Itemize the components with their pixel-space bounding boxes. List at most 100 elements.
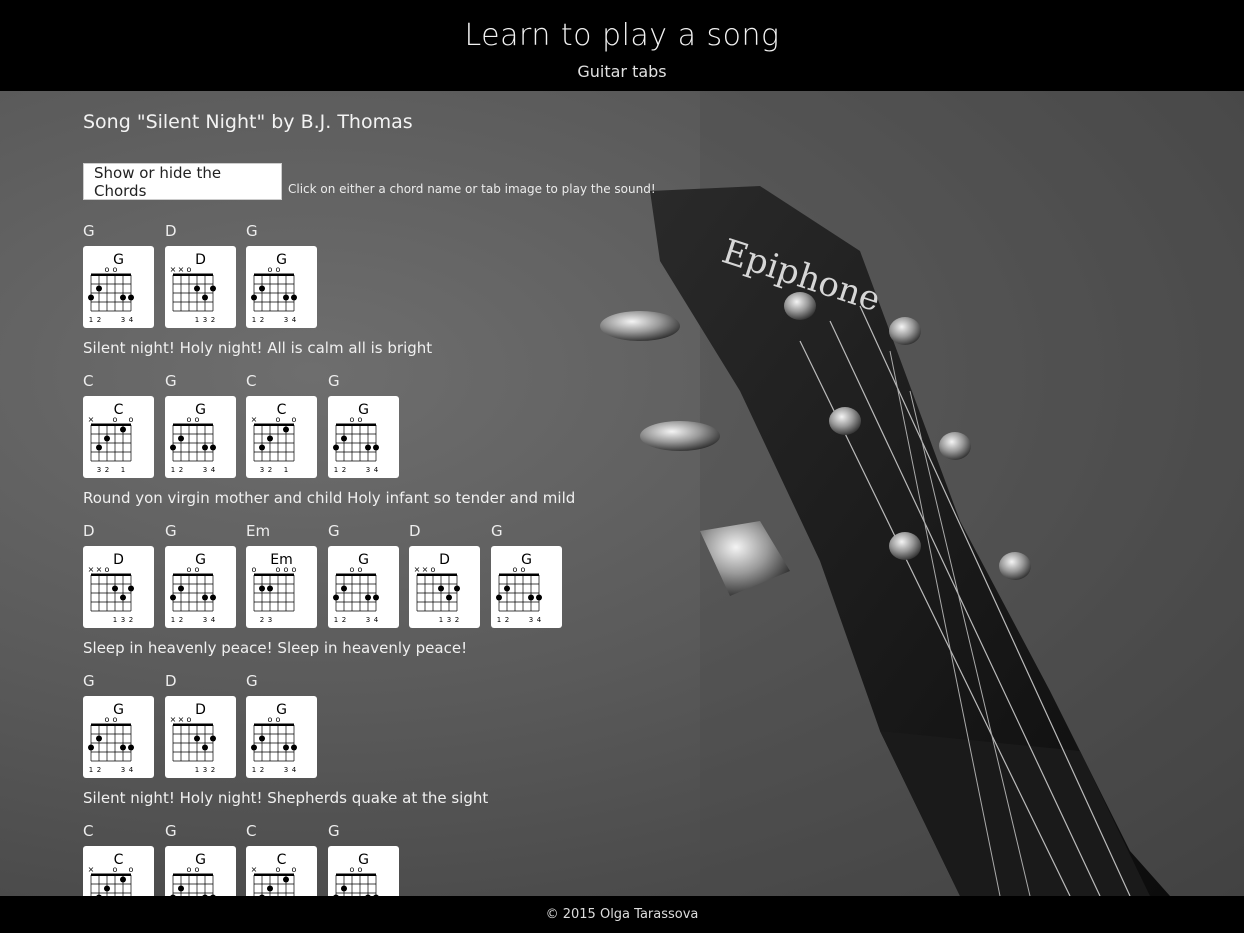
chord-diagram[interactable]: Goo1234 (328, 846, 399, 896)
chord-name[interactable]: G (165, 372, 177, 390)
svg-text:2: 2 (105, 466, 109, 474)
svg-text:o: o (105, 715, 110, 724)
svg-text:o: o (276, 865, 281, 874)
svg-text:o: o (292, 415, 297, 424)
svg-text:2: 2 (129, 616, 133, 624)
chord-name[interactable]: G (491, 522, 503, 540)
chord-diagram[interactable]: D × × o 1 3 2 (165, 696, 236, 778)
svg-text:o: o (113, 865, 118, 874)
main-content: Epiphone Song "Silent Night" by B.J. Tho… (0, 91, 1244, 896)
chord-name[interactable]: D (83, 522, 95, 540)
site-subtitle: Guitar tabs (577, 62, 667, 81)
chord-diagram[interactable]: Goo1234 (328, 546, 399, 628)
svg-text:o: o (521, 565, 526, 574)
chord-diagram[interactable]: Goo1234 (83, 246, 154, 328)
svg-text:1: 1 (334, 616, 338, 624)
svg-text:o: o (284, 565, 289, 574)
chord-diagram[interactable]: D × × o 1 3 2 (165, 246, 236, 328)
svg-text:3: 3 (529, 616, 533, 624)
chord-name[interactable]: D (165, 222, 177, 240)
lyric-line: Sleep in heavenly peace! Sleep in heaven… (83, 639, 468, 657)
chord-name[interactable]: G (83, 222, 95, 240)
svg-text:×: × (422, 565, 429, 574)
chord-name[interactable]: C (83, 822, 93, 840)
svg-text:4: 4 (537, 616, 542, 624)
svg-text:o: o (187, 865, 192, 874)
svg-text:o: o (276, 565, 281, 574)
chord-name[interactable]: D (409, 522, 421, 540)
svg-text:4: 4 (211, 616, 216, 624)
svg-text:3: 3 (268, 616, 272, 624)
toggle-chords-button[interactable]: Show or hide the Chords (83, 163, 282, 200)
chord-name[interactable]: Em (246, 522, 270, 540)
chord-diagram[interactable]: Goo1234 (83, 696, 154, 778)
chord-diagram[interactable]: D × × o 1 3 2 (409, 546, 480, 628)
site-footer: © 2015 Olga Tarassova (0, 896, 1244, 933)
svg-text:×: × (178, 265, 185, 274)
svg-text:o: o (113, 265, 118, 274)
chord-name[interactable]: G (328, 372, 340, 390)
svg-text:3: 3 (366, 616, 370, 624)
svg-text:o: o (129, 415, 134, 424)
svg-text:3: 3 (447, 616, 451, 624)
chord-name[interactable]: G (165, 822, 177, 840)
chord-diagram-title: D (439, 552, 450, 568)
svg-text:3: 3 (366, 466, 370, 474)
lyric-line: Round yon virgin mother and child Holy i… (83, 489, 576, 507)
svg-text:3: 3 (97, 466, 101, 474)
svg-text:1: 1 (439, 616, 443, 624)
svg-text:o: o (252, 565, 257, 574)
svg-text:3: 3 (121, 766, 125, 774)
chord-diagram[interactable]: Goo1234 (246, 696, 317, 778)
chord-name[interactable]: G (328, 522, 340, 540)
copyright: © 2015 Olga Tarassova (545, 907, 699, 922)
chord-name[interactable]: G (328, 822, 340, 840)
svg-text:o: o (513, 565, 518, 574)
chord-diagram[interactable]: Goo1234 (246, 246, 317, 328)
svg-text:×: × (251, 865, 258, 874)
chord-diagram[interactable]: C×oo321 (83, 846, 154, 896)
svg-text:1: 1 (121, 466, 125, 474)
chord-name[interactable]: D (165, 672, 177, 690)
svg-text:1: 1 (334, 466, 338, 474)
chord-diagram[interactable]: Goo1234 (328, 396, 399, 478)
site-title: Learn to play a song (464, 18, 780, 53)
chord-name[interactable]: G (246, 222, 258, 240)
chord-name[interactable]: C (246, 822, 256, 840)
chord-name[interactable]: C (246, 372, 256, 390)
site-header: Learn to play a song Guitar tabs (0, 0, 1244, 91)
chord-diagram[interactable]: Goo1234 (491, 546, 562, 628)
svg-text:3: 3 (284, 766, 288, 774)
lyric-line: Silent night! Holy night! Shepherds quak… (83, 789, 489, 807)
svg-text:×: × (88, 415, 95, 424)
chord-name[interactable]: C (83, 372, 93, 390)
song-panel: Song "Silent Night" by B.J. Thomas Show … (83, 91, 703, 896)
chord-diagram[interactable]: C×oo321 (246, 396, 317, 478)
chord-diagram[interactable]: C×oo321 (246, 846, 317, 896)
chord-name[interactable]: G (83, 672, 95, 690)
svg-text:o: o (276, 715, 281, 724)
chord-diagram[interactable]: Goo1234 (165, 396, 236, 478)
chord-name[interactable]: G (165, 522, 177, 540)
chord-diagram[interactable]: D × × o 1 3 2 (83, 546, 154, 628)
svg-text:o: o (350, 415, 355, 424)
chord-diagram[interactable]: Em o o o o 2 3 (246, 546, 317, 628)
svg-text:1: 1 (195, 316, 199, 324)
svg-text:o: o (358, 865, 363, 874)
chord-name[interactable]: G (246, 672, 258, 690)
chord-diagram[interactable]: Goo1234 (165, 546, 236, 628)
svg-text:2: 2 (260, 766, 264, 774)
svg-text:1: 1 (89, 766, 93, 774)
chord-diagram-title: D (195, 702, 206, 718)
svg-text:2: 2 (211, 316, 215, 324)
svg-text:o: o (195, 865, 200, 874)
svg-text:1: 1 (497, 616, 501, 624)
svg-text:3: 3 (203, 466, 207, 474)
chord-diagram-title: D (113, 552, 124, 568)
svg-text:1: 1 (171, 466, 175, 474)
lyric-line: Silent night! Holy night! All is calm al… (83, 339, 433, 357)
svg-text:o: o (113, 715, 118, 724)
svg-text:×: × (96, 565, 103, 574)
chord-diagram[interactable]: Goo1234 (165, 846, 236, 896)
chord-diagram[interactable]: C×oo321 (83, 396, 154, 478)
